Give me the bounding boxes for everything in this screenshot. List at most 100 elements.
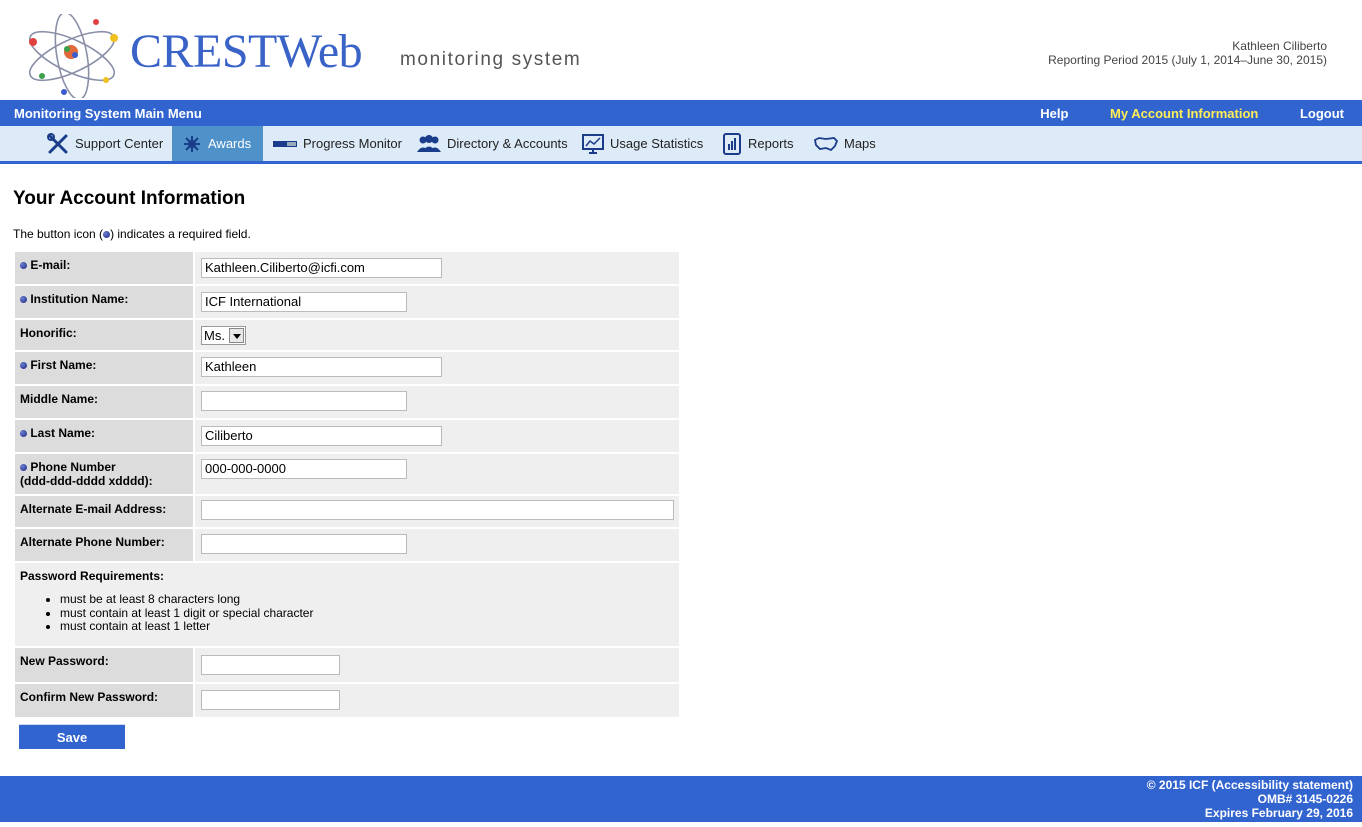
nav-label: Support Center xyxy=(75,136,164,151)
user-info: Kathleen Ciliberto Reporting Period 2015… xyxy=(1048,39,1327,67)
map-icon xyxy=(814,136,838,151)
awards-icon xyxy=(184,135,200,152)
label-text: Alternate Phone Number: xyxy=(20,535,165,549)
nav-maps[interactable]: Maps xyxy=(814,126,876,161)
required-dot-icon xyxy=(20,362,27,370)
required-note-text-end: ) indicates a required field. xyxy=(110,227,251,241)
email-label: E-mail: xyxy=(15,252,193,284)
new-password-cell xyxy=(195,648,679,682)
label-text: Institution Name: xyxy=(30,292,129,306)
label-text: Phone Number xyxy=(30,460,116,474)
nav-reports[interactable]: Reports xyxy=(722,126,794,161)
row-alt-phone: Alternate Phone Number: xyxy=(15,529,679,563)
honorific-label: Honorific: xyxy=(15,320,193,350)
row-new-password: New Password: xyxy=(15,648,679,684)
new-password-label: New Password: xyxy=(15,648,193,682)
copyright-link[interactable]: © 2015 ICF (Accessibility statement) xyxy=(0,776,1362,792)
label-text: First Name: xyxy=(30,358,97,372)
institution-label: Institution Name: xyxy=(15,286,193,318)
alt-phone-field[interactable] xyxy=(201,534,407,554)
row-institution: Institution Name: ICF International xyxy=(15,286,679,320)
last-name-cell: Ciliberto xyxy=(195,420,679,452)
row-phone: Phone Number (ddd-ddd-dddd xdddd): 000-00… xyxy=(15,454,679,496)
reporting-period: Reporting Period 2015 (July 1, 2014–June… xyxy=(1048,53,1327,67)
report-icon xyxy=(723,132,741,155)
list-item: must be at least 8 characters long xyxy=(60,592,674,607)
alt-email-cell xyxy=(195,496,679,527)
row-email: E-mail: Kathleen.Ciliberto@icfi.com xyxy=(15,252,679,286)
main-menu-title[interactable]: Monitoring System Main Menu xyxy=(14,106,202,121)
email-field[interactable]: Kathleen.Ciliberto@icfi.com xyxy=(201,258,442,278)
alt-email-field[interactable] xyxy=(201,500,674,520)
institution-field[interactable]: ICF International xyxy=(201,292,407,312)
required-note: The button icon ( ) indicates a required … xyxy=(13,227,251,241)
phone-cell: 000-000-0000 xyxy=(195,454,679,494)
required-dot-icon xyxy=(20,430,27,438)
nav-awards[interactable]: Awards xyxy=(172,126,263,161)
label-text: Honorific: xyxy=(20,326,77,340)
first-name-cell: Kathleen xyxy=(195,352,679,384)
password-requirements-title: Password Requirements: xyxy=(20,569,165,583)
row-confirm-password: Confirm New Password: xyxy=(15,684,679,717)
institution-cell: ICF International xyxy=(195,286,679,318)
last-name-field[interactable]: Ciliberto xyxy=(201,426,442,446)
phone-field[interactable]: 000-000-0000 xyxy=(201,459,407,479)
header: CRESTWeb monitoring system Kathleen Cili… xyxy=(0,0,1362,100)
progress-bar-icon xyxy=(273,140,297,147)
label-text: New Password: xyxy=(20,654,109,668)
nav-label: Reports xyxy=(748,136,794,151)
chart-monitor-icon xyxy=(582,133,604,154)
confirm-password-cell xyxy=(195,684,679,717)
row-alt-email: Alternate E-mail Address: xyxy=(15,496,679,529)
list-item: must contain at least 1 letter xyxy=(60,619,674,634)
honorific-value: Ms. xyxy=(204,328,225,343)
phone-label: Phone Number (ddd-ddd-dddd xdddd): xyxy=(15,454,193,494)
main-menu-bar: Monitoring System Main Menu Help My Acco… xyxy=(0,100,1362,126)
email-cell: Kathleen.Ciliberto@icfi.com xyxy=(195,252,679,284)
last-name-label: Last Name: xyxy=(15,420,193,452)
nav-directory-accounts[interactable]: Directory & Accounts xyxy=(417,126,568,161)
section-nav: Support Center Awards Progress Monitor D… xyxy=(0,126,1362,164)
logout-link[interactable]: Logout xyxy=(1300,106,1344,121)
alt-email-label: Alternate E-mail Address: xyxy=(15,496,193,527)
chevron-down-icon[interactable] xyxy=(229,328,244,343)
nav-label: Maps xyxy=(844,136,876,151)
alt-phone-cell xyxy=(195,529,679,561)
label-text: Confirm New Password: xyxy=(20,690,159,704)
confirm-password-field[interactable] xyxy=(201,690,340,710)
middle-name-label: Middle Name: xyxy=(15,386,193,418)
help-link[interactable]: Help xyxy=(1040,106,1068,121)
users-icon xyxy=(417,134,441,152)
alt-phone-label: Alternate Phone Number: xyxy=(15,529,193,561)
tools-icon xyxy=(47,132,68,153)
expiration-date: Expires February 29, 2016 xyxy=(1204,806,1353,820)
label-text: Alternate E-mail Address: xyxy=(20,502,167,516)
middle-name-field[interactable] xyxy=(201,391,407,411)
nav-support-center[interactable]: Support Center xyxy=(47,126,163,161)
honorific-select[interactable]: Ms. xyxy=(201,326,246,345)
save-button[interactable]: Save xyxy=(19,724,125,749)
row-honorific: Honorific: Ms. xyxy=(15,320,679,352)
new-password-field[interactable] xyxy=(201,655,340,675)
page-title: Your Account Information xyxy=(13,188,246,209)
nav-label: Awards xyxy=(208,136,252,151)
list-item: must contain at least 1 digit or special… xyxy=(60,606,674,621)
row-middle-name: Middle Name: xyxy=(15,386,679,420)
required-note-text: The button icon ( xyxy=(13,227,104,241)
confirm-password-label: Confirm New Password: xyxy=(15,684,193,717)
label-format-text: (ddd-ddd-dddd xdddd): xyxy=(20,474,153,488)
my-account-link[interactable]: My Account Information xyxy=(1110,106,1258,121)
nav-progress-monitor[interactable]: Progress Monitor xyxy=(273,126,402,161)
password-requirements-list: must be at least 8 characters long must … xyxy=(20,592,674,634)
required-dot-icon xyxy=(20,262,27,270)
first-name-label: First Name: xyxy=(15,352,193,384)
label-text: Last Name: xyxy=(30,426,96,440)
omb-number: OMB# 3145-0226 xyxy=(1257,792,1353,806)
page-content: Your Account Information xyxy=(13,188,245,210)
nav-label: Directory & Accounts xyxy=(447,136,568,151)
nav-label: Usage Statistics xyxy=(610,136,704,151)
first-name-field[interactable]: Kathleen xyxy=(201,357,442,377)
nav-usage-statistics[interactable]: Usage Statistics xyxy=(582,126,703,161)
required-dot-icon xyxy=(20,464,27,472)
middle-name-cell xyxy=(195,386,679,418)
